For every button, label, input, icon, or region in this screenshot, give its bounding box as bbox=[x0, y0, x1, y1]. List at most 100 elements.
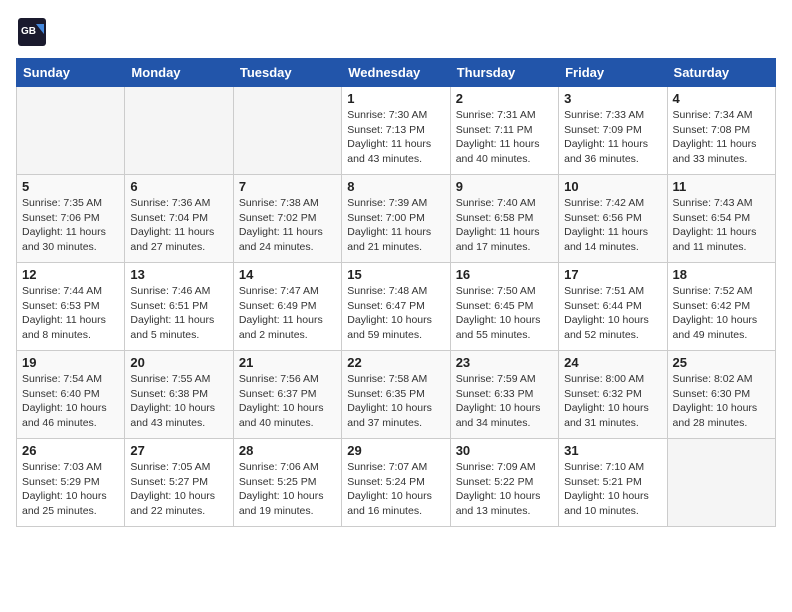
calendar-cell: 9 Sunrise: 7:40 AM Sunset: 6:58 PM Daylig… bbox=[450, 175, 558, 263]
day-info: Sunrise: 7:51 AM Sunset: 6:44 PM Dayligh… bbox=[564, 284, 661, 343]
calendar-cell: 11 Sunrise: 7:43 AM Sunset: 6:54 PM Dayli… bbox=[667, 175, 775, 263]
calendar-week-row: 26Sunrise: 7:03 AM Sunset: 5:29 PM Dayli… bbox=[17, 439, 776, 527]
calendar-cell: 22 Sunrise: 7:58 AM Sunset: 6:35 PM Dayli… bbox=[342, 351, 450, 439]
calendar-cell: 23 Sunrise: 7:59 AM Sunset: 6:33 PM Dayli… bbox=[450, 351, 558, 439]
day-header-monday: Monday bbox=[125, 59, 233, 87]
calendar-cell bbox=[233, 87, 341, 175]
calendar-cell: 29 Sunrise: 7:07 AM Sunset: 5:24 PM Dayli… bbox=[342, 439, 450, 527]
calendar-cell bbox=[125, 87, 233, 175]
day-number: 3 bbox=[564, 91, 661, 106]
day-info: Sunrise: 7:59 AM Sunset: 6:33 PM Dayligh… bbox=[456, 372, 553, 431]
calendar-cell: 6Sunrise: 7:36 AM Sunset: 7:04 PM Daylig… bbox=[125, 175, 233, 263]
day-info: Sunrise: 7:39 AM Sunset: 7:00 PM Dayligh… bbox=[347, 196, 444, 255]
day-info: Sunrise: 7:44 AM Sunset: 6:53 PM Dayligh… bbox=[22, 284, 119, 343]
calendar-cell: 27Sunrise: 7:05 AM Sunset: 5:27 PM Dayli… bbox=[125, 439, 233, 527]
day-number: 29 bbox=[347, 443, 444, 458]
day-number: 9 bbox=[456, 179, 553, 194]
day-info: Sunrise: 7:07 AM Sunset: 5:24 PM Dayligh… bbox=[347, 460, 444, 519]
calendar-cell: 21 Sunrise: 7:56 AM Sunset: 6:37 PM Dayli… bbox=[233, 351, 341, 439]
day-number: 20 bbox=[130, 355, 227, 370]
day-info: Sunrise: 7:43 AM Sunset: 6:54 PM Dayligh… bbox=[673, 196, 770, 255]
day-header-tuesday: Tuesday bbox=[233, 59, 341, 87]
calendar-cell: 8 Sunrise: 7:39 AM Sunset: 7:00 PM Daylig… bbox=[342, 175, 450, 263]
calendar-week-row: 1 Sunrise: 7:30 AM Sunset: 7:13 PM Daylig… bbox=[17, 87, 776, 175]
calendar-cell: 15Sunrise: 7:48 AM Sunset: 6:47 PM Dayli… bbox=[342, 263, 450, 351]
calendar-cell: 30 Sunrise: 7:09 AM Sunset: 5:22 PM Dayli… bbox=[450, 439, 558, 527]
day-info: Sunrise: 7:40 AM Sunset: 6:58 PM Dayligh… bbox=[456, 196, 553, 255]
day-info: Sunrise: 7:10 AM Sunset: 5:21 PM Dayligh… bbox=[564, 460, 661, 519]
day-number: 5 bbox=[22, 179, 119, 194]
day-header-friday: Friday bbox=[559, 59, 667, 87]
day-info: Sunrise: 8:00 AM Sunset: 6:32 PM Dayligh… bbox=[564, 372, 661, 431]
calendar-cell: 18 Sunrise: 7:52 AM Sunset: 6:42 PM Dayli… bbox=[667, 263, 775, 351]
day-number: 8 bbox=[347, 179, 444, 194]
day-info: Sunrise: 7:34 AM Sunset: 7:08 PM Dayligh… bbox=[673, 108, 770, 167]
calendar-cell: 10Sunrise: 7:42 AM Sunset: 6:56 PM Dayli… bbox=[559, 175, 667, 263]
calendar-cell bbox=[667, 439, 775, 527]
calendar-table: SundayMondayTuesdayWednesdayThursdayFrid… bbox=[16, 58, 776, 527]
day-info: Sunrise: 7:33 AM Sunset: 7:09 PM Dayligh… bbox=[564, 108, 661, 167]
calendar-cell: 4 Sunrise: 7:34 AM Sunset: 7:08 PM Daylig… bbox=[667, 87, 775, 175]
calendar-week-row: 12 Sunrise: 7:44 AM Sunset: 6:53 PM Dayli… bbox=[17, 263, 776, 351]
day-number: 25 bbox=[673, 355, 770, 370]
calendar-cell: 14 Sunrise: 7:47 AM Sunset: 6:49 PM Dayli… bbox=[233, 263, 341, 351]
day-info: Sunrise: 7:09 AM Sunset: 5:22 PM Dayligh… bbox=[456, 460, 553, 519]
day-info: Sunrise: 7:30 AM Sunset: 7:13 PM Dayligh… bbox=[347, 108, 444, 167]
calendar-cell: 24 Sunrise: 8:00 AM Sunset: 6:32 PM Dayli… bbox=[559, 351, 667, 439]
day-info: Sunrise: 8:02 AM Sunset: 6:30 PM Dayligh… bbox=[673, 372, 770, 431]
svg-text:GB: GB bbox=[21, 26, 36, 37]
calendar-cell: 26Sunrise: 7:03 AM Sunset: 5:29 PM Dayli… bbox=[17, 439, 125, 527]
day-info: Sunrise: 7:46 AM Sunset: 6:51 PM Dayligh… bbox=[130, 284, 227, 343]
day-info: Sunrise: 7:58 AM Sunset: 6:35 PM Dayligh… bbox=[347, 372, 444, 431]
calendar-cell: 28 Sunrise: 7:06 AM Sunset: 5:25 PM Dayli… bbox=[233, 439, 341, 527]
page-header: GB bbox=[16, 16, 776, 48]
day-info: Sunrise: 7:38 AM Sunset: 7:02 PM Dayligh… bbox=[239, 196, 336, 255]
day-header-thursday: Thursday bbox=[450, 59, 558, 87]
calendar-cell: 17 Sunrise: 7:51 AM Sunset: 6:44 PM Dayli… bbox=[559, 263, 667, 351]
day-number: 17 bbox=[564, 267, 661, 282]
calendar-cell: 12 Sunrise: 7:44 AM Sunset: 6:53 PM Dayli… bbox=[17, 263, 125, 351]
calendar-cell: 13 Sunrise: 7:46 AM Sunset: 6:51 PM Dayli… bbox=[125, 263, 233, 351]
day-number: 4 bbox=[673, 91, 770, 106]
day-number: 14 bbox=[239, 267, 336, 282]
calendar-cell: 25 Sunrise: 8:02 AM Sunset: 6:30 PM Dayli… bbox=[667, 351, 775, 439]
day-number: 15 bbox=[347, 267, 444, 282]
day-number: 6 bbox=[130, 179, 227, 194]
calendar-week-row: 5 Sunrise: 7:35 AM Sunset: 7:06 PM Daylig… bbox=[17, 175, 776, 263]
day-number: 30 bbox=[456, 443, 553, 458]
calendar-cell: 31 Sunrise: 7:10 AM Sunset: 5:21 PM Dayli… bbox=[559, 439, 667, 527]
day-number: 13 bbox=[130, 267, 227, 282]
logo: GB bbox=[16, 16, 52, 48]
day-number: 18 bbox=[673, 267, 770, 282]
day-info: Sunrise: 7:56 AM Sunset: 6:37 PM Dayligh… bbox=[239, 372, 336, 431]
calendar-cell: 16 Sunrise: 7:50 AM Sunset: 6:45 PM Dayli… bbox=[450, 263, 558, 351]
day-number: 11 bbox=[673, 179, 770, 194]
day-number: 24 bbox=[564, 355, 661, 370]
day-number: 16 bbox=[456, 267, 553, 282]
calendar-cell: 19 Sunrise: 7:54 AM Sunset: 6:40 PM Dayli… bbox=[17, 351, 125, 439]
day-number: 2 bbox=[456, 91, 553, 106]
logo-icon: GB bbox=[16, 16, 48, 48]
day-header-sunday: Sunday bbox=[17, 59, 125, 87]
calendar-cell: 20Sunrise: 7:55 AM Sunset: 6:38 PM Dayli… bbox=[125, 351, 233, 439]
day-number: 22 bbox=[347, 355, 444, 370]
day-number: 1 bbox=[347, 91, 444, 106]
calendar-cell: 3 Sunrise: 7:33 AM Sunset: 7:09 PM Daylig… bbox=[559, 87, 667, 175]
day-info: Sunrise: 7:42 AM Sunset: 6:56 PM Dayligh… bbox=[564, 196, 661, 255]
day-number: 21 bbox=[239, 355, 336, 370]
day-info: Sunrise: 7:50 AM Sunset: 6:45 PM Dayligh… bbox=[456, 284, 553, 343]
day-number: 12 bbox=[22, 267, 119, 282]
day-number: 19 bbox=[22, 355, 119, 370]
day-info: Sunrise: 7:54 AM Sunset: 6:40 PM Dayligh… bbox=[22, 372, 119, 431]
calendar-cell: 7Sunrise: 7:38 AM Sunset: 7:02 PM Daylig… bbox=[233, 175, 341, 263]
day-info: Sunrise: 7:52 AM Sunset: 6:42 PM Dayligh… bbox=[673, 284, 770, 343]
day-header-saturday: Saturday bbox=[667, 59, 775, 87]
day-info: Sunrise: 7:35 AM Sunset: 7:06 PM Dayligh… bbox=[22, 196, 119, 255]
calendar-cell: 2Sunrise: 7:31 AM Sunset: 7:11 PM Daylig… bbox=[450, 87, 558, 175]
day-number: 31 bbox=[564, 443, 661, 458]
day-number: 28 bbox=[239, 443, 336, 458]
day-info: Sunrise: 7:06 AM Sunset: 5:25 PM Dayligh… bbox=[239, 460, 336, 519]
day-info: Sunrise: 7:47 AM Sunset: 6:49 PM Dayligh… bbox=[239, 284, 336, 343]
calendar-week-row: 19 Sunrise: 7:54 AM Sunset: 6:40 PM Dayli… bbox=[17, 351, 776, 439]
day-number: 23 bbox=[456, 355, 553, 370]
